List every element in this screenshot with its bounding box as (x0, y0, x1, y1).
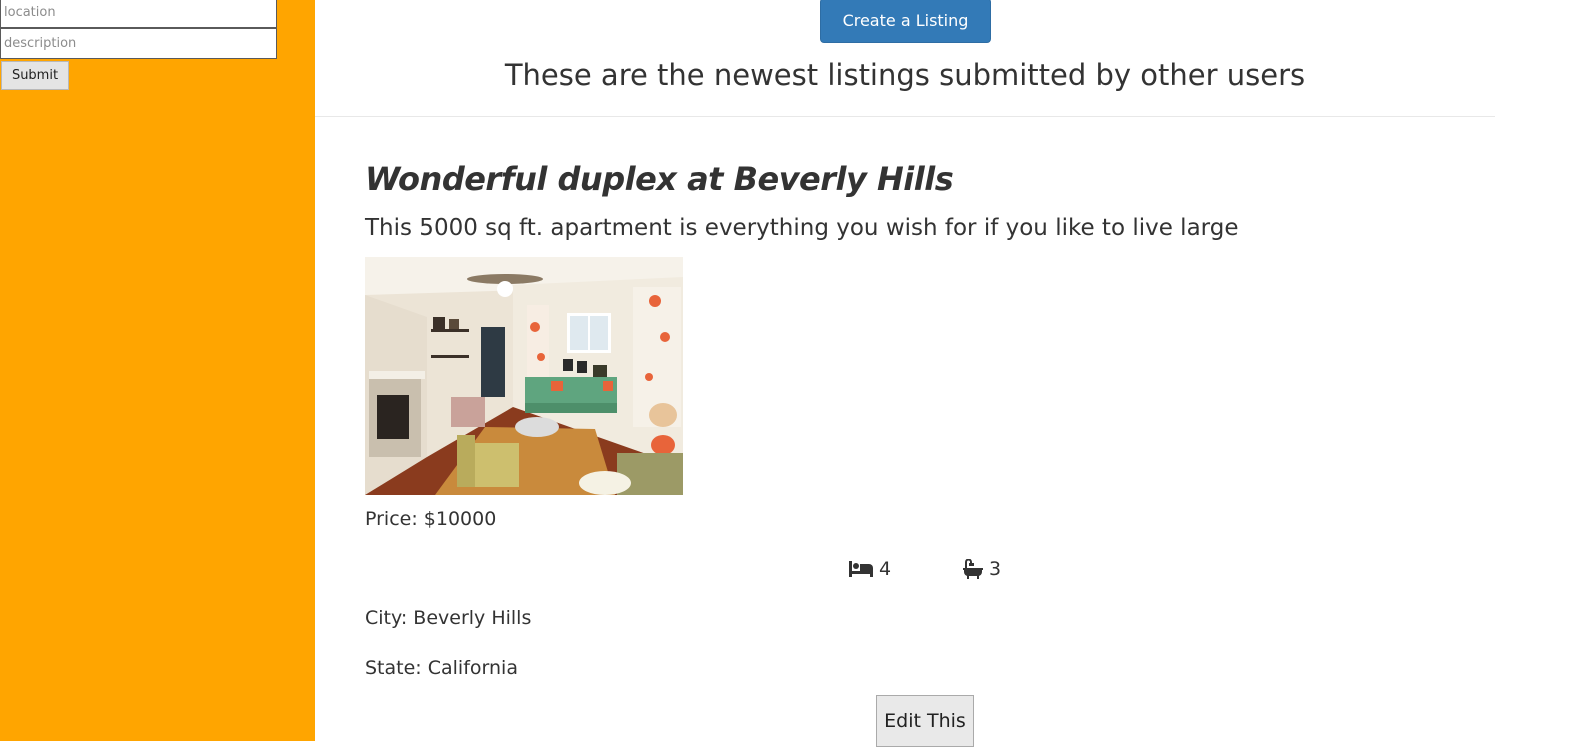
create-listing-button[interactable]: Create a Listing (820, 0, 991, 43)
sidebar: Submit (0, 0, 315, 741)
beds-info: 4 (849, 558, 891, 580)
description-input[interactable] (0, 28, 277, 59)
edit-listing-button[interactable]: Edit This (876, 695, 974, 747)
bath-icon (963, 559, 983, 579)
listing-title: Wonderful duplex at Beverly Hills (365, 160, 954, 198)
baths-info: 3 (963, 558, 1001, 580)
location-input[interactable] (0, 0, 277, 28)
listing-state: State: California (365, 657, 518, 679)
listing-price: Price: $10000 (365, 508, 497, 530)
page-heading: These are the newest listings submitted … (504, 58, 1306, 92)
submit-button[interactable]: Submit (1, 61, 69, 90)
listing-city: City: Beverly Hills (365, 607, 532, 629)
divider (315, 116, 1495, 117)
listing-description: This 5000 sq ft. apartment is everything… (365, 215, 1239, 241)
bed-icon (849, 561, 873, 577)
baths-count: 3 (989, 558, 1002, 580)
beds-count: 4 (879, 558, 892, 580)
listing-photo (365, 257, 683, 495)
